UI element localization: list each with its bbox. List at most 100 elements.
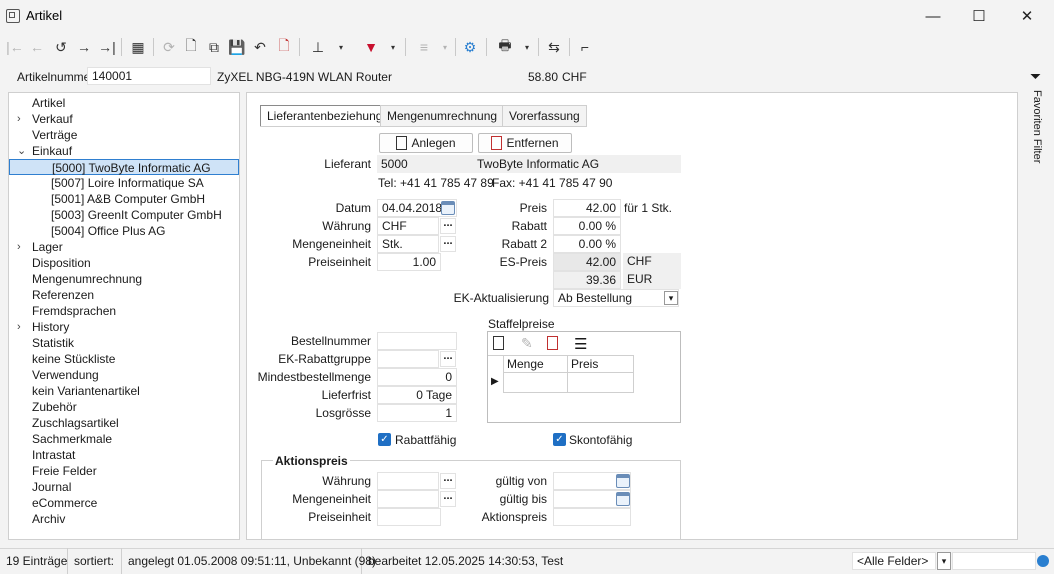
staffel-menu-icon[interactable]: ☰ — [574, 335, 587, 353]
sidebar-item[interactable]: eCommerce — [9, 495, 239, 511]
last-record-icon[interactable]: →| — [96, 36, 118, 58]
lieferfrist-input[interactable]: 0 Tage — [377, 386, 457, 404]
chevron-right-icon[interactable]: › — [17, 319, 21, 335]
status-search-input[interactable] — [952, 552, 1036, 570]
link-icon[interactable]: ⇆ — [543, 36, 565, 58]
sidebar-item[interactable]: Fremdsprachen — [9, 303, 239, 319]
chevron-right-icon[interactable]: › — [17, 239, 21, 255]
aktion-waehrung-input[interactable] — [377, 472, 439, 490]
waehrung-lookup-button[interactable]: ... — [440, 218, 456, 234]
close-button[interactable]: ✕ — [1004, 0, 1050, 32]
staffel-edit-icon[interactable]: ✎ — [521, 335, 533, 352]
copy-icon[interactable]: ⧉ — [203, 36, 225, 58]
table-view-icon[interactable]: ▦ — [127, 36, 149, 58]
sidebar-item[interactable]: Archiv — [9, 511, 239, 527]
bestellnummer-input[interactable] — [377, 332, 457, 350]
waehrung-input[interactable]: CHF — [377, 217, 439, 235]
pin-icon[interactable]: ⊥ — [307, 36, 329, 58]
aktionspreis-input[interactable] — [553, 508, 631, 526]
aktion-waehrung-lookup-button[interactable]: ... — [440, 473, 456, 489]
save-icon[interactable]: 💾 — [226, 36, 248, 58]
sidebar-item[interactable]: [5007] Loire Informatique SA — [9, 175, 239, 191]
pin-dropdown-icon[interactable]: ▾ — [336, 36, 346, 58]
print-icon[interactable]: 🖶 — [494, 36, 516, 58]
staffel-delete-icon[interactable] — [547, 336, 558, 350]
sidebar-item[interactable]: [5004] Office Plus AG — [9, 223, 239, 239]
sidebar-item[interactable]: [5003] GreenIt Computer GmbH — [9, 207, 239, 223]
favorites-filter-tab[interactable]: Favoriten Filter — [1031, 90, 1043, 163]
sidebar-item[interactable]: Freie Felder — [9, 463, 239, 479]
chevron-down-icon[interactable]: ⌄ — [17, 143, 26, 159]
print-dropdown-icon[interactable]: ▾ — [522, 36, 532, 58]
sidebar-item[interactable]: Verträge — [9, 127, 239, 143]
sidebar-item[interactable]: keine Stückliste — [9, 351, 239, 367]
artikelnummer-input[interactable]: 140001 — [87, 67, 211, 85]
aktion-preiseinheit-input[interactable] — [377, 508, 441, 526]
filter-dropdown-icon[interactable]: ▾ — [388, 36, 398, 58]
ek-rabattgruppe-lookup-button[interactable]: ... — [440, 351, 456, 367]
entfernen-button[interactable]: Entfernen — [478, 133, 572, 153]
rabatt-input[interactable]: 0.00 % — [553, 217, 621, 235]
minimize-button[interactable]: — — [910, 0, 956, 32]
sidebar-item[interactable]: Disposition — [9, 255, 239, 271]
chevron-down-icon[interactable]: ▾ — [937, 552, 951, 570]
preiseinheit-input[interactable]: 1.00 — [377, 253, 441, 271]
sidebar-item[interactable]: Intrastat — [9, 447, 239, 463]
sidebar-item[interactable]: Referenzen — [9, 287, 239, 303]
mengeneinheit-input[interactable]: Stk. — [377, 235, 439, 253]
sidebar-item[interactable]: › Verkauf — [9, 111, 239, 127]
filter-icon[interactable]: ▼ — [360, 36, 382, 58]
history-icon[interactable]: ↺ — [50, 36, 72, 58]
sidebar-item[interactable]: [5000] TwoByte Informatic AG — [9, 159, 239, 175]
mindestbestellmenge-input[interactable]: 0 — [377, 368, 457, 386]
first-record-icon[interactable]: |← — [4, 36, 26, 58]
settings-icon[interactable]: ⚙ — [459, 36, 481, 58]
sort-icon[interactable]: ≡ — [413, 36, 435, 58]
calendar-icon[interactable] — [616, 492, 630, 506]
forward-icon[interactable]: → — [73, 36, 95, 58]
book-icon[interactable]: ⌐ — [574, 36, 596, 58]
tab-mengenumrechnung[interactable]: Mengenumrechnung — [380, 105, 505, 127]
aktion-mengeneinheit-input[interactable] — [377, 490, 439, 508]
sort-dropdown-icon[interactable]: ▾ — [440, 36, 450, 58]
sidebar-item[interactable]: ⌄ Einkauf — [9, 143, 239, 159]
rabatt2-input[interactable]: 0.00 % — [553, 235, 621, 253]
undo-icon[interactable]: ↶ — [249, 36, 271, 58]
staffel-cell-menge[interactable] — [503, 373, 568, 393]
ek-rabattgruppe-input[interactable] — [377, 350, 439, 368]
sidebar-item[interactable]: [5001] A&B Computer GmbH — [9, 191, 239, 207]
sidebar-item[interactable]: Mengenumrechnung — [9, 271, 239, 287]
sidebar-item[interactable]: Artikel — [9, 95, 239, 111]
preis-input[interactable]: 42.00 — [553, 199, 621, 217]
losgroesse-input[interactable]: 1 — [377, 404, 457, 422]
anlegen-button[interactable]: Anlegen — [379, 133, 473, 153]
sidebar-item[interactable]: › History — [9, 319, 239, 335]
mengeneinheit-lookup-button[interactable]: ... — [440, 236, 456, 252]
skontofaehig-checkbox[interactable]: ✓ — [553, 433, 566, 446]
search-go-icon[interactable] — [1037, 555, 1049, 567]
column-header-menge[interactable]: Menge — [503, 355, 568, 373]
staffel-new-icon[interactable] — [493, 336, 504, 350]
favorites-filter-icon[interactable]: ⏷ — [1030, 68, 1041, 85]
ek-aktualisierung-select[interactable]: Ab Bestellung — [553, 289, 679, 307]
sidebar-item[interactable]: Sachmerkmale — [9, 431, 239, 447]
refresh-icon[interactable]: ⟳ — [158, 36, 180, 58]
staffel-cell-preis[interactable] — [568, 373, 634, 393]
rabattfaehig-checkbox[interactable]: ✓ — [378, 433, 391, 446]
column-header-preis[interactable]: Preis — [568, 355, 634, 373]
delete-icon[interactable]: 🗋 — [273, 36, 295, 58]
sidebar-item[interactable]: Zubehör — [9, 399, 239, 415]
aktion-mengeneinheit-lookup-button[interactable]: ... — [440, 491, 456, 507]
sidebar-item[interactable]: › Lager — [9, 239, 239, 255]
tab-lieferantenbeziehung[interactable]: Lieferantenbeziehung — [260, 105, 390, 127]
back-icon[interactable]: ← — [26, 36, 48, 58]
new-icon[interactable]: 🗋 — [180, 36, 202, 58]
calendar-icon[interactable] — [441, 201, 455, 215]
tab-vorerfassung[interactable]: Vorerfassung — [502, 105, 587, 127]
chevron-right-icon[interactable]: › — [17, 111, 21, 127]
sidebar-item[interactable]: Journal — [9, 479, 239, 495]
sidebar-item[interactable]: Zuschlagsartikel — [9, 415, 239, 431]
sidebar-item[interactable]: Verwendung — [9, 367, 239, 383]
field-filter-select[interactable]: <Alle Felder> — [852, 552, 936, 570]
sidebar-item[interactable]: kein Variantenartikel — [9, 383, 239, 399]
